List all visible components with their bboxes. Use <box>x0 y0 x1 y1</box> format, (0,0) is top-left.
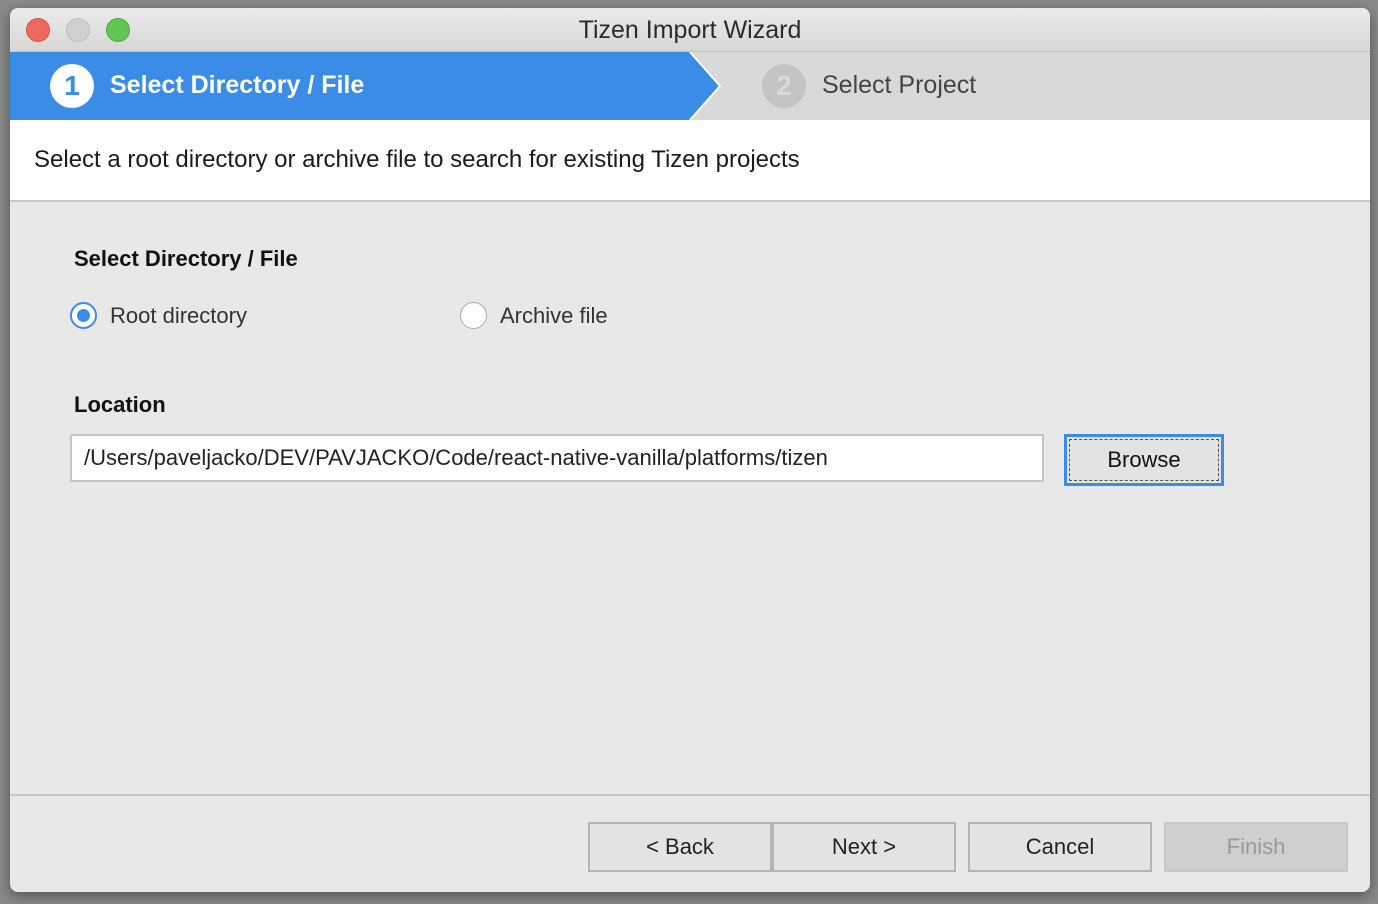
finish-button[interactable]: Finish <box>1164 822 1348 872</box>
title-bar: Tizen Import Wizard <box>10 8 1370 52</box>
radio-label: Root directory <box>110 302 247 328</box>
wizard-steps: 1 Select Directory / File 2 Select Proje… <box>10 52 1370 120</box>
step-1-label: Select Directory / File <box>110 71 365 99</box>
step-2-label: Select Project <box>822 71 977 99</box>
window-title: Tizen Import Wizard <box>578 16 802 44</box>
step-1-number: 1 <box>50 64 94 108</box>
browse-button[interactable]: Browse <box>1064 434 1224 486</box>
step-2-number: 2 <box>762 64 806 108</box>
next-button[interactable]: Next > <box>772 822 956 872</box>
radio-archive-file[interactable]: Archive file <box>460 302 608 329</box>
back-button[interactable]: < Back <box>588 822 772 872</box>
browse-label: Browse <box>1069 439 1219 481</box>
location-input[interactable] <box>70 434 1044 482</box>
location-label: Location <box>74 392 166 417</box>
step-separator-chevron <box>689 52 722 120</box>
button-bar: < Back Next > Cancel Finish <box>10 794 1370 892</box>
radio-label: Archive file <box>500 302 608 328</box>
page-description: Select a root directory or archive file … <box>10 120 1370 202</box>
radio-selected-icon <box>70 302 97 329</box>
radio-unselected-icon <box>460 302 487 329</box>
section-title: Select Directory / File <box>74 246 298 271</box>
radio-root-directory[interactable]: Root directory <box>70 302 247 329</box>
cancel-button[interactable]: Cancel <box>968 822 1152 872</box>
wizard-window: Tizen Import Wizard 1 Select Directory /… <box>10 8 1370 892</box>
